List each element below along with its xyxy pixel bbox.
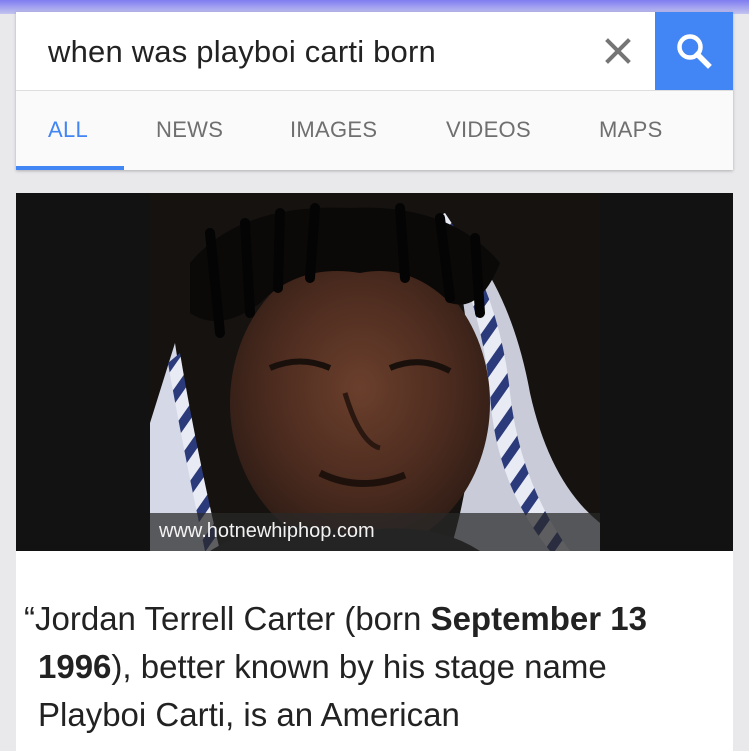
snippet-text-part2: ), better known by his stage name Playbo… <box>38 648 607 733</box>
featured-image-card[interactable]: www.hotnewhiphop.com <box>16 193 733 551</box>
tab-maps[interactable]: MAPS <box>599 117 663 143</box>
tab-news[interactable]: NEWS <box>156 117 223 143</box>
tab-videos[interactable]: VIDEOS <box>446 117 531 143</box>
answer-snippet-card: “Jordan Terrell Carter (born September 1… <box>16 551 733 751</box>
image-source-bar: www.hotnewhiphop.com <box>150 513 600 551</box>
portrait-photo-illustration <box>150 193 600 551</box>
active-tab-indicator <box>16 166 124 170</box>
close-icon <box>605 38 631 64</box>
search-bar[interactable]: when was playboi carti born <box>16 12 733 91</box>
featured-photo[interactable]: www.hotnewhiphop.com <box>150 193 600 551</box>
tab-all[interactable]: ALL <box>48 117 88 143</box>
tab-images[interactable]: IMAGES <box>290 117 377 143</box>
search-header-card: when was playboi carti born ALL NEWS IMA… <box>16 12 733 170</box>
snippet-text-part1: Jordan Terrell Carter (born <box>35 600 431 637</box>
clear-search-button[interactable] <box>598 28 638 74</box>
search-tabs: ALL NEWS IMAGES VIDEOS MAPS <box>16 91 733 170</box>
answer-snippet-text: “Jordan Terrell Carter (born September 1… <box>24 595 698 739</box>
search-input[interactable]: when was playboi carti born <box>48 34 436 70</box>
search-button[interactable] <box>655 12 733 90</box>
open-quote-mark: “ <box>24 600 35 637</box>
search-icon <box>677 34 712 69</box>
image-source-link[interactable]: www.hotnewhiphop.com <box>159 520 375 543</box>
